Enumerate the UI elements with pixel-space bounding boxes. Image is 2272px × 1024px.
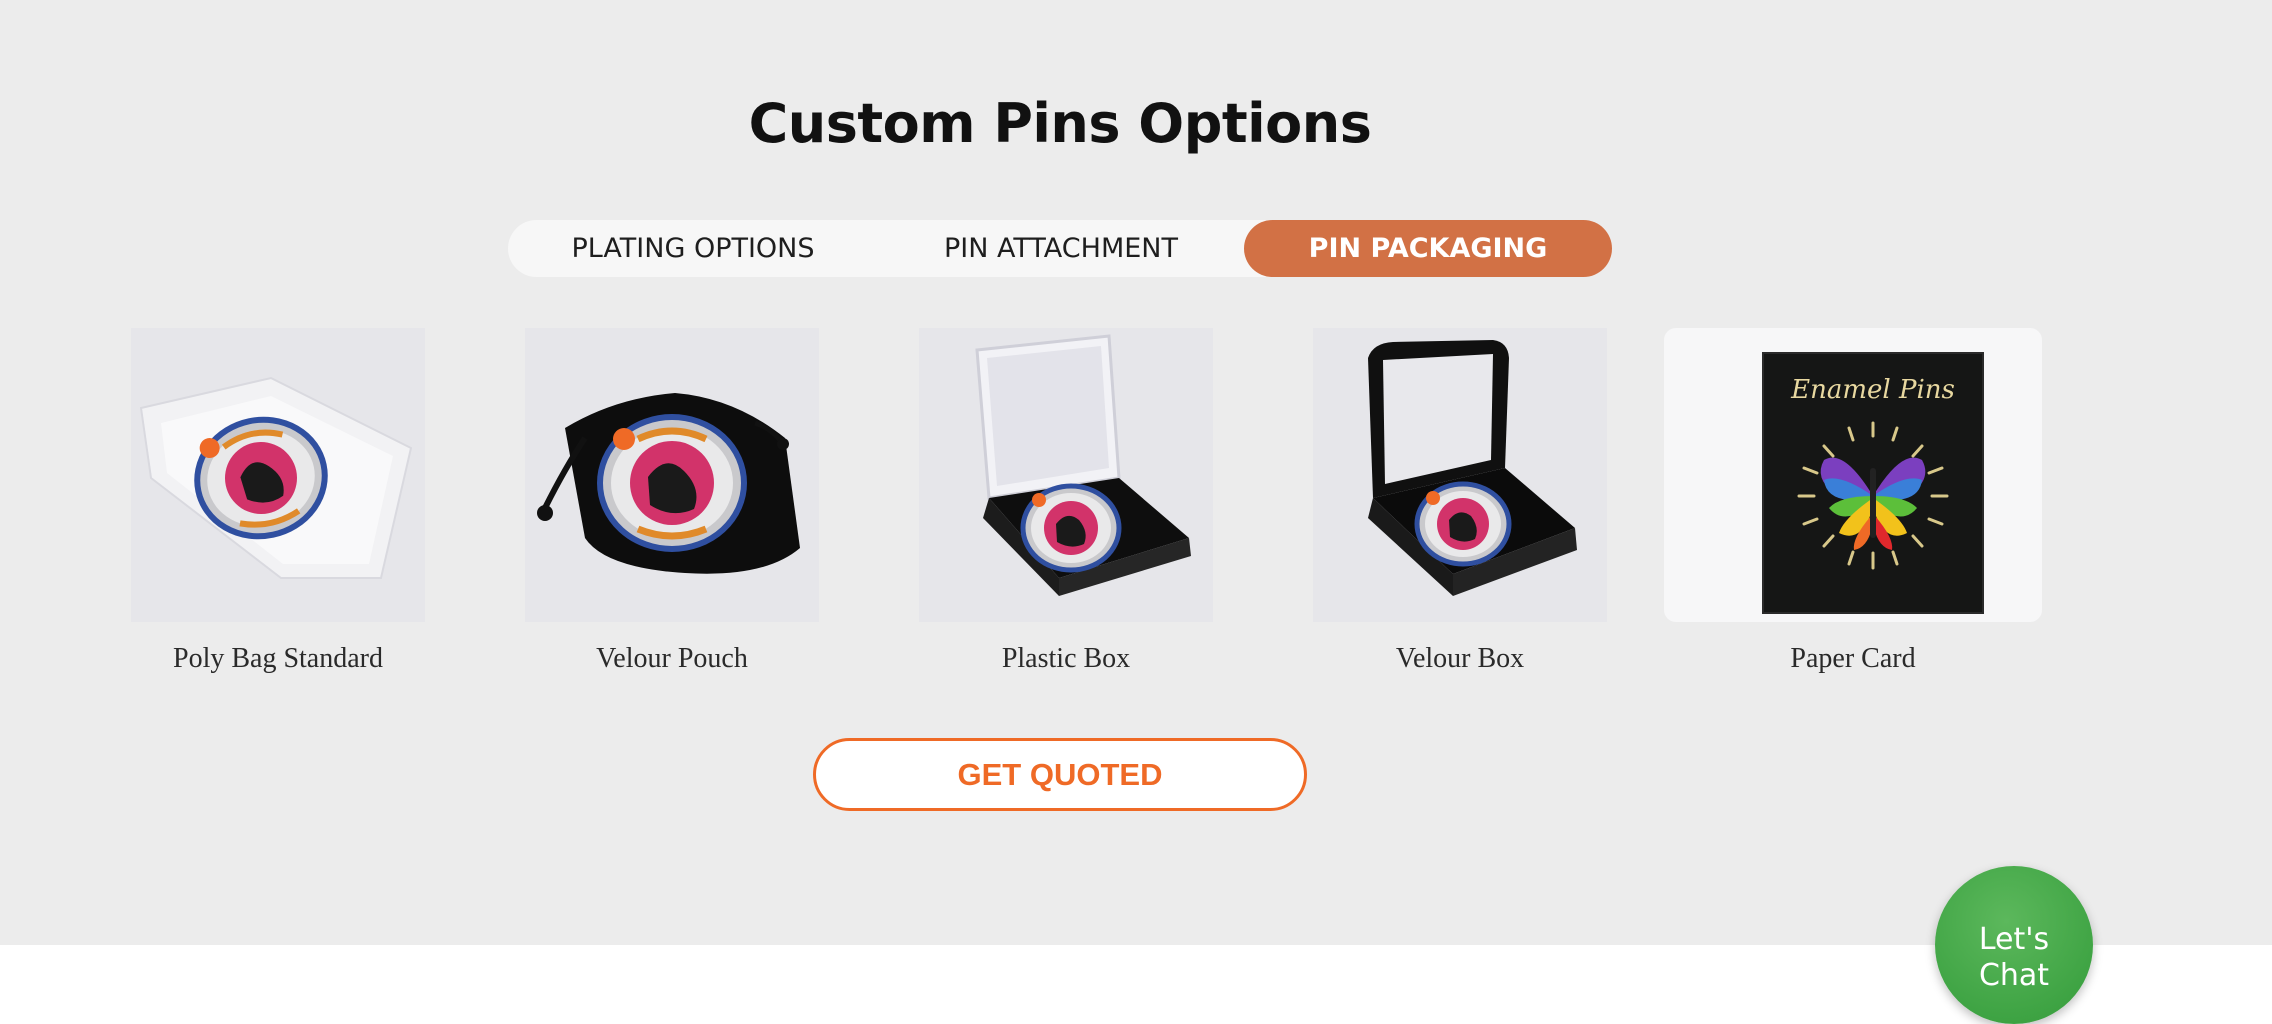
options-tab-bar: PLATING OPTIONS PIN ATTACHMENT PIN PACKA… xyxy=(508,220,1612,277)
poly-bag-image[interactable] xyxy=(131,328,425,622)
product-name-velour-pouch: Velour Pouch xyxy=(596,643,748,674)
product-name-plastic-box: Plastic Box xyxy=(1001,643,1131,674)
product-name-paper-card: Paper Card xyxy=(1790,643,1916,674)
velour-box-image[interactable] xyxy=(1313,328,1607,622)
tab-plating-options[interactable]: PLATING OPTIONS xyxy=(508,220,878,277)
chat-label: Let's Chat xyxy=(1978,922,2050,993)
product-name-velour-box: Velour Box xyxy=(1395,643,1525,674)
get-quoted-button[interactable]: GET QUOTED xyxy=(813,738,1307,811)
chat-button[interactable]: Let's Chat xyxy=(1935,866,2093,1024)
pins-options-section: Custom Pins Options PLATING OPTIONS PIN … xyxy=(0,0,2272,945)
paper-card-image[interactable]: Enamel Pins xyxy=(1664,328,2042,622)
product-name-poly-bag: Poly Bag Standard xyxy=(173,643,383,674)
page-title: Custom Pins Options xyxy=(748,92,1372,155)
tab-pin-packaging[interactable]: PIN PACKAGING xyxy=(1244,220,1612,277)
paper-card-text: Enamel Pins xyxy=(1790,375,1955,405)
plastic-box-image[interactable] xyxy=(919,328,1213,622)
velour-pouch-image[interactable] xyxy=(525,328,819,622)
tab-pin-attachment[interactable]: PIN ATTACHMENT xyxy=(878,220,1244,277)
